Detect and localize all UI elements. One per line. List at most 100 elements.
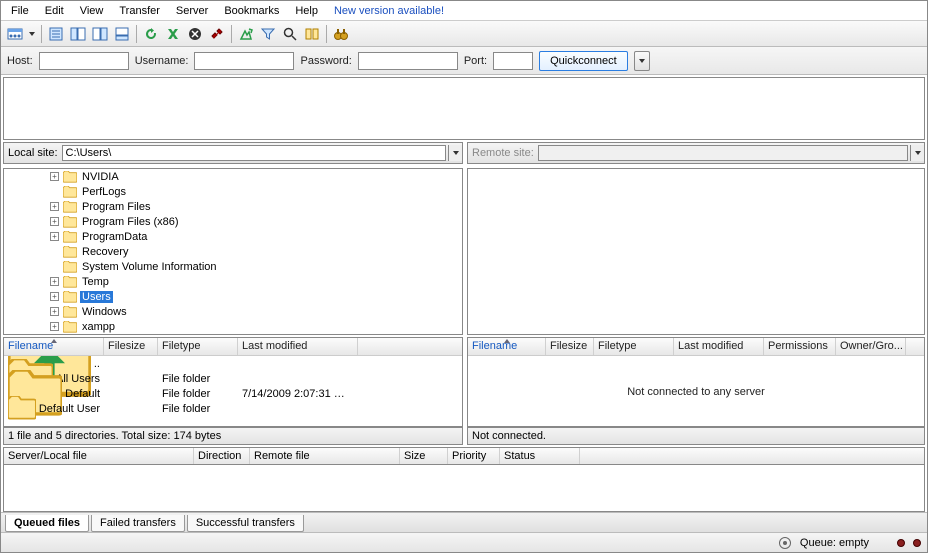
expander-icon[interactable]: + [50,322,59,331]
list-item[interactable]: Default UserFile folder [4,401,462,416]
filter-icon[interactable] [258,24,278,44]
file-type: File folder [158,388,238,400]
menu-bookmarks[interactable]: Bookmarks [216,3,287,19]
tree-item[interactable]: +ProgramData [4,229,462,244]
binoculars-icon[interactable] [331,24,351,44]
local-site-dropdown[interactable] [448,145,462,161]
tree-item[interactable]: + Windows [4,304,462,319]
tree-item-label: Program Files (x86) [80,216,181,228]
tree-item[interactable]: +xampp [4,319,462,334]
menu-edit[interactable]: Edit [37,3,72,19]
expander-icon[interactable]: + [50,217,59,226]
column-header[interactable]: Filetype [158,338,238,355]
column-header[interactable]: Filename [468,338,546,355]
queue-tabs: Queued files Failed transfers Successful… [1,512,927,532]
expander-icon[interactable]: + [50,307,59,316]
toggle-log-icon[interactable] [46,24,66,44]
column-header[interactable]: Filetype [594,338,674,355]
status-bar: Queue: empty [1,532,927,552]
sitemanager-icon[interactable] [5,24,25,44]
column-header[interactable]: Size [400,448,448,464]
column-header[interactable]: Owner/Gro... [836,338,906,355]
remote-site-input [538,145,908,161]
column-header[interactable]: Last modified [674,338,764,355]
tree-item[interactable]: + Program Files (x86) [4,214,462,229]
column-header[interactable]: Status [500,448,580,464]
file-type: File folder [158,373,238,385]
menu-transfer[interactable]: Transfer [111,3,168,19]
column-header[interactable]: Server/Local file [4,448,194,464]
disconnect-icon[interactable] [207,24,227,44]
remote-file-list[interactable]: FilenameFilesizeFiletypeLast modifiedPer… [467,337,925,427]
tab-failed-transfers[interactable]: Failed transfers [91,515,185,532]
tree-item[interactable]: PerfLogs [4,184,462,199]
compare-icon[interactable] [302,24,322,44]
tree-item[interactable]: +Program Files [4,199,462,214]
toolbar [1,21,927,47]
local-site-input[interactable] [62,145,446,161]
quickconnect-button[interactable]: Quickconnect [539,51,628,71]
username-input[interactable] [194,52,294,70]
toolbar-separator [41,25,42,43]
tree-item-label: PerfLogs [80,186,128,198]
remote-not-connected-message: Not connected to any server [468,386,924,398]
tab-successful-transfers[interactable]: Successful transfers [187,515,304,532]
cancel-icon[interactable] [185,24,205,44]
tree-item[interactable]: System Volume Information [4,259,462,274]
column-header[interactable]: Filename [4,338,104,355]
expander-icon[interactable]: + [50,277,59,286]
username-label: Username: [135,55,189,67]
host-input[interactable] [39,52,129,70]
queue-status-label: Queue: empty [800,537,869,549]
column-header[interactable]: Filesize [104,338,158,355]
menu-view[interactable]: View [72,3,112,19]
toggle-queue-icon[interactable] [112,24,132,44]
expander-placeholder [50,262,59,271]
expander-icon[interactable]: + [50,202,59,211]
expander-icon[interactable]: + [50,292,59,301]
file-name: Default User [39,403,100,415]
tree-item-label: Windows [80,306,129,318]
column-header[interactable]: Direction [194,448,250,464]
process-queue-icon[interactable] [163,24,183,44]
password-input[interactable] [358,52,458,70]
remote-tree[interactable] [467,168,925,335]
refresh-icon[interactable] [141,24,161,44]
column-header[interactable]: Remote file [250,448,400,464]
tree-item[interactable]: +Users [4,289,462,304]
queue-body[interactable] [3,465,925,512]
toggle-tree-remote-icon[interactable] [90,24,110,44]
menu-bar: File Edit View Transfer Server Bookmarks… [1,1,927,21]
local-file-list[interactable]: FilenameFilesizeFiletypeLast modified ..… [3,337,463,427]
menu-help[interactable]: Help [287,3,326,19]
quickconnect-dropdown[interactable] [634,51,650,71]
new-version-link[interactable]: New version available! [326,3,452,19]
column-header[interactable]: Permissions [764,338,836,355]
column-header[interactable]: Filesize [546,338,594,355]
toggle-tree-local-icon[interactable] [68,24,88,44]
menu-file[interactable]: File [3,3,37,19]
tree-item-label: System Volume Information [80,261,219,273]
message-log[interactable] [3,77,925,140]
column-header[interactable]: Last modified [238,338,358,355]
tree-item-label: Recovery [80,246,130,258]
menu-server[interactable]: Server [168,3,216,19]
tree-item[interactable]: +Temp [4,274,462,289]
reconnect-icon[interactable] [236,24,256,44]
tree-item[interactable]: +NVIDIA [4,169,462,184]
remote-site-label: Remote site: [468,147,538,159]
port-input[interactable] [493,52,533,70]
column-header[interactable]: Priority [448,448,500,464]
search-icon[interactable] [280,24,300,44]
sitemanager-dropdown-icon[interactable] [27,24,37,44]
remote-site-dropdown[interactable] [910,145,924,161]
tree-item[interactable]: Recovery [4,244,462,259]
tab-queued-files[interactable]: Queued files [5,515,89,532]
queue-indicator-icon [778,536,792,550]
local-site-label: Local site: [4,147,62,159]
file-modified: 7/14/2009 2:07:31 … [238,388,358,400]
expander-icon[interactable]: + [50,232,59,241]
expander-placeholder [50,187,59,196]
expander-icon[interactable]: + [50,172,59,181]
local-tree[interactable]: +NVIDIAPerfLogs+Program Files+Program Fi… [3,168,463,335]
